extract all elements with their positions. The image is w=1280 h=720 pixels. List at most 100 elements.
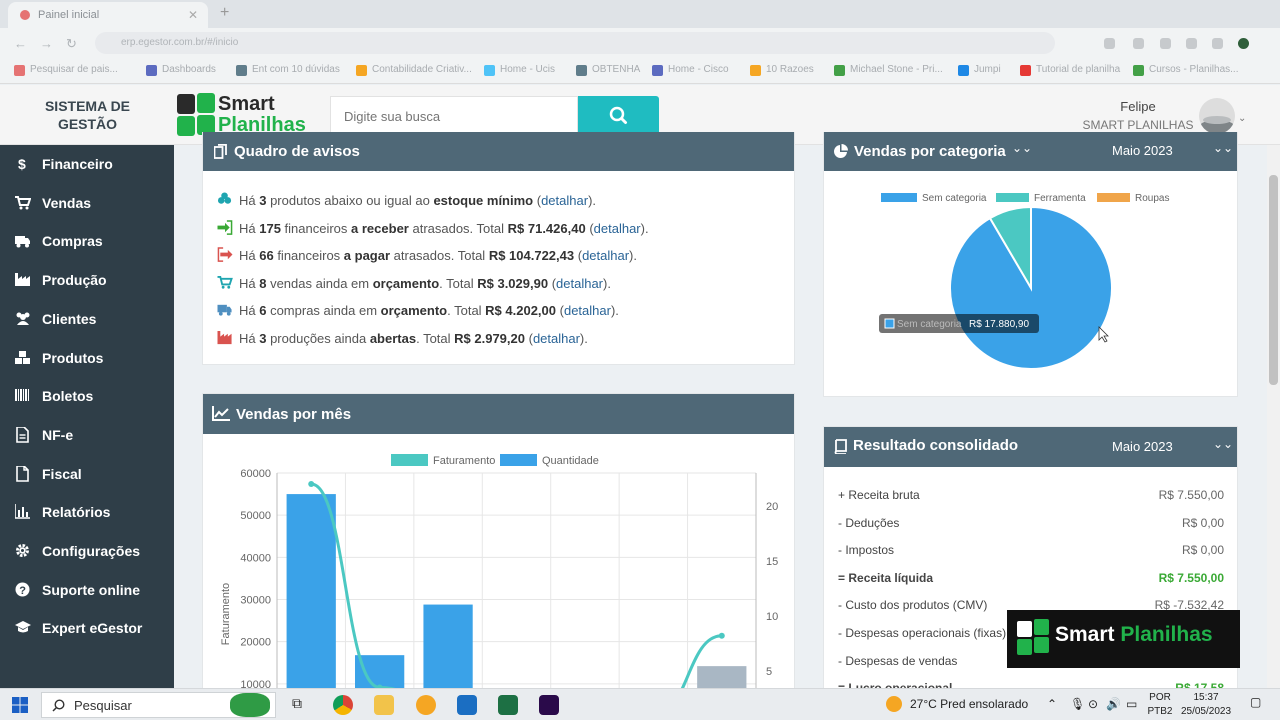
detail-link[interactable]: detalhar — [582, 248, 629, 263]
excel-icon[interactable] — [498, 695, 518, 715]
category-period[interactable]: Maio 2023 — [1112, 143, 1173, 158]
bar[interactable] — [286, 494, 336, 690]
extension-icon[interactable] — [1160, 38, 1171, 49]
bookmark-item[interactable]: OBTENHA — [576, 64, 640, 76]
sidebar-item-boletos[interactable]: Boletos — [0, 377, 174, 415]
app-icon[interactable] — [457, 695, 477, 715]
sidebar-item-label: Financeiro — [42, 156, 113, 172]
clock[interactable]: 15:37 25/05/2023 — [1176, 691, 1236, 719]
pie-chart-icon — [834, 144, 848, 158]
chevron-down-icon[interactable]: ⌄ — [1238, 113, 1246, 124]
weather-icon[interactable] — [886, 696, 902, 712]
chart-tooltip: Sem categoria R$ 17.880,90 — [879, 314, 1039, 333]
close-tab-icon[interactable]: ✕ — [188, 8, 198, 22]
sidebar-item-financeiro[interactable]: $ Financeiro — [0, 145, 174, 183]
bookmark-item[interactable]: Home - Ucis — [484, 64, 555, 76]
sidebar-item-compras[interactable]: Compras — [0, 222, 174, 260]
sidebar-item-relat-rios[interactable]: Relatórios — [0, 493, 174, 531]
search-button[interactable] — [578, 96, 659, 136]
sidebar-item-expert-egestor[interactable]: Expert eGestor — [0, 609, 174, 647]
notifications-icon[interactable]: ▢ — [1250, 695, 1261, 709]
sidebar-item-clientes[interactable]: Clientes — [0, 300, 174, 338]
windows-start-icon[interactable] — [12, 697, 28, 713]
bar[interactable] — [697, 666, 747, 690]
premiere-icon[interactable] — [539, 695, 559, 715]
chevron-up-icon[interactable]: ⌃ — [1047, 697, 1057, 711]
detail-link[interactable]: detalhar — [541, 193, 588, 208]
sidebar-item-label: Boletos — [42, 388, 94, 405]
detail-link[interactable]: detalhar — [594, 221, 641, 236]
browser-tab[interactable]: Painel inicial ✕ — [8, 2, 208, 28]
notices-panel-header: Quadro de avisos — [203, 132, 794, 171]
bookmark-item[interactable]: Michael Stone - Pri... — [834, 64, 943, 76]
url-field[interactable]: erp.egestor.com.br/#/inicio — [95, 32, 1055, 54]
forward-icon[interactable]: → — [40, 36, 53, 51]
bookmark-item[interactable]: Tutorial de planilha — [1020, 64, 1120, 76]
sidebar-item-suporte-online[interactable]: ? Suporte online — [0, 571, 174, 609]
chrome-icon[interactable] — [333, 695, 353, 715]
detail-link[interactable]: detalhar — [533, 331, 580, 346]
search-icon — [609, 106, 627, 124]
avatar[interactable] — [1199, 98, 1235, 134]
extension-icon[interactable] — [1186, 38, 1197, 49]
category-filter-chevron-icon[interactable]: ⌄⌄ — [1012, 141, 1032, 155]
extension-icon[interactable] — [1133, 38, 1144, 49]
line-point[interactable] — [718, 632, 725, 639]
y2-tick-label: 20 — [766, 501, 778, 513]
microphone-icon[interactable]: 🎙 — [1070, 697, 1085, 711]
bookmark-item[interactable]: Contabilidade Criativ... — [356, 64, 472, 76]
line-chart-icon — [212, 406, 230, 421]
back-icon[interactable]: ← — [14, 36, 27, 51]
notice-item: Há 175 financeiros a receber atrasados. … — [217, 219, 649, 236]
sidebar-item-produ-o[interactable]: Produção — [0, 261, 174, 299]
collapse-chevron-icon[interactable]: ⌄⌄ — [1213, 437, 1233, 451]
extension-icon[interactable] — [1212, 38, 1223, 49]
app-icon[interactable] — [416, 695, 436, 715]
bookmark-item[interactable]: Dashboards — [146, 64, 216, 76]
y-tick-label: 40000 — [240, 552, 271, 564]
result-row: - Deduções R$ 0,00 — [838, 515, 1224, 530]
weather-text[interactable]: 27°C Pred ensolarado — [910, 697, 1028, 711]
bookmark-item[interactable]: Pesquisar de pais... — [14, 64, 118, 76]
profile-icon[interactable] — [1238, 38, 1249, 49]
task-view-icon[interactable]: ⧉ — [292, 695, 302, 712]
search-highlight-icon[interactable] — [230, 693, 270, 717]
bookmark-item[interactable]: 10 Razoes — [750, 64, 814, 76]
windows-taskbar: Pesquisar ⧉ 27°C Pred ensolarado ⌃ 🎙 ⊙ 🔊… — [0, 688, 1280, 720]
bookmark-item[interactable]: Home - Cisco — [652, 64, 729, 76]
language-indicator[interactable]: POR PTB2 — [1145, 691, 1175, 719]
sidebar-item-nf-e[interactable]: NF-e — [0, 416, 174, 454]
file-explorer-icon[interactable] — [374, 695, 394, 715]
user-name[interactable]: Felipe — [1070, 99, 1206, 114]
user-company[interactable]: SMART PLANILHAS — [1070, 118, 1206, 132]
search-input[interactable] — [330, 96, 578, 136]
reload-icon[interactable]: ↻ — [66, 36, 77, 52]
sidebar-item-produtos[interactable]: Produtos — [0, 339, 174, 377]
sidebar-item-configura-es[interactable]: Configurações — [0, 532, 174, 570]
collapse-chevron-icon[interactable]: ⌄⌄ — [1213, 141, 1233, 155]
scrollbar-thumb[interactable] — [1269, 175, 1278, 385]
new-tab-icon[interactable]: + — [220, 4, 229, 22]
file-icon — [16, 465, 29, 482]
result-period[interactable]: Maio 2023 — [1112, 439, 1173, 454]
volume-icon[interactable]: 🔊 — [1106, 697, 1121, 711]
watermark-logo: Smart Planilhas — [1007, 610, 1240, 668]
extension-icon[interactable] — [1104, 38, 1115, 49]
detail-link[interactable]: detalhar — [556, 276, 603, 291]
y2-tick-label: 15 — [766, 556, 778, 568]
bookmark-item[interactable]: Cursos - Planilhas... — [1133, 64, 1238, 76]
line-point[interactable] — [308, 481, 315, 487]
bar[interactable] — [423, 604, 473, 690]
sidebar-item-vendas[interactable]: Vendas — [0, 184, 174, 222]
bar-chart-icon — [15, 504, 30, 520]
sidebar-item-fiscal[interactable]: Fiscal — [0, 455, 174, 493]
browser-tab-bar: Painel inicial ✕ + — [0, 0, 1280, 28]
y-tick-label: 20000 — [240, 637, 271, 649]
detail-link[interactable]: detalhar — [564, 303, 611, 318]
bookmark-item[interactable]: Ent com 10 dúvidas — [236, 64, 340, 76]
page-scrollbar[interactable] — [1267, 145, 1280, 688]
bookmark-favicon-icon — [1020, 65, 1031, 76]
network-icon[interactable]: ⊙ — [1088, 697, 1098, 711]
bookmark-item[interactable]: Jumpi — [958, 64, 1001, 76]
battery-icon[interactable]: ▭ — [1126, 697, 1137, 711]
